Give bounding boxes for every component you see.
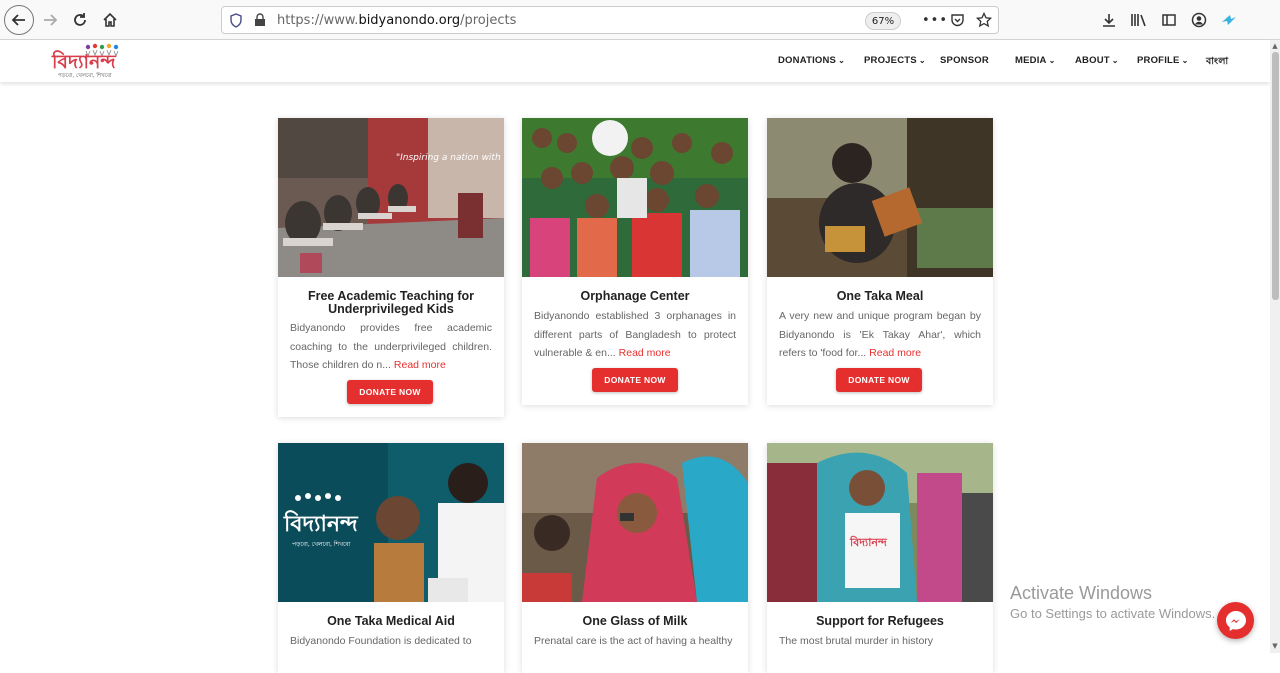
project-title[interactable]: One Taka Meal	[775, 290, 985, 303]
site-header: বিদ্যানন্দ পড়বো, খেলবো, শিখবো DONATIONS…	[0, 40, 1270, 82]
library-icon[interactable]	[1129, 10, 1149, 30]
activation-subtitle: Go to Settings to activate Windows.	[1010, 606, 1216, 621]
project-title[interactable]: One Glass of Milk	[530, 615, 740, 628]
windows-activation-watermark: Activate Windows Go to Settings to activ…	[1010, 583, 1215, 621]
home-icon	[103, 12, 117, 27]
banner-text: "Inspiring a nation with food"	[396, 153, 504, 163]
download-icon[interactable]	[1099, 10, 1119, 30]
project-description: Bidyanondo provides free academic coachi…	[290, 322, 492, 371]
reload-icon	[74, 13, 86, 26]
back-button[interactable]	[4, 5, 34, 35]
chevron-down-icon: ⌄	[918, 56, 926, 65]
project-card: Orphanage Center Bidyanondo established …	[522, 118, 748, 405]
donate-now-button[interactable]: DONATE NOW	[836, 368, 922, 392]
project-title[interactable]: Orphanage Center	[530, 290, 740, 303]
logo-wordmark: বিদ্যানন্দ	[283, 510, 359, 537]
logo-wordmark: বিদ্যানন্দ	[51, 50, 116, 73]
project-image-orphanage[interactable]	[522, 118, 748, 277]
scroll-down-arrow[interactable]: ▼	[1270, 642, 1280, 652]
extension-icon[interactable]	[1219, 10, 1239, 30]
logo-tagline: পড়বো, খেলবো, শিখবো	[58, 72, 112, 79]
read-more-link[interactable]: Read more	[619, 347, 671, 359]
project-image-refugees[interactable]: বিদ্যানন্দ	[767, 443, 993, 602]
project-description: A very new and unique program began by B…	[779, 310, 981, 359]
chevron-down-icon: ⌄	[1181, 56, 1189, 65]
read-more-link[interactable]: Read more	[869, 347, 921, 359]
project-title[interactable]: One Taka Medical Aid	[286, 615, 496, 628]
url-text: https://www.bidyanondo.org/projects	[277, 13, 517, 28]
messenger-chat-button[interactable]	[1217, 602, 1254, 639]
menu-sponsor[interactable]: SPONSOR	[940, 55, 989, 66]
read-more-link[interactable]: Read more	[394, 359, 446, 371]
scroll-up-arrow[interactable]: ▲	[1270, 42, 1280, 52]
zoom-level[interactable]: 67%	[865, 12, 901, 30]
project-title[interactable]: Support for Refugees	[775, 615, 985, 628]
project-description: Prenatal care is the act of having a hea…	[534, 635, 733, 647]
sidebar-icon[interactable]	[1159, 10, 1179, 30]
messenger-icon	[1225, 610, 1246, 631]
project-description: Bidyanondo established 3 orphanages in d…	[534, 310, 736, 359]
more-actions-icon[interactable]: •••	[922, 13, 948, 28]
forward-button[interactable]	[36, 6, 64, 34]
project-card: One Glass of Milk Prenatal care is the a…	[522, 443, 748, 673]
pocket-icon[interactable]	[950, 13, 965, 28]
lock-icon[interactable]	[254, 13, 266, 27]
project-image-milk[interactable]	[522, 443, 748, 602]
scrollbar-thumb[interactable]	[1272, 52, 1279, 300]
project-card: বিদ্যানন্দ Support for Refugees The most…	[767, 443, 993, 673]
menu-language[interactable]: বাংলা	[1206, 55, 1228, 70]
site-logo[interactable]: বিদ্যানন্দ পড়বো, খেলবো, শিখবো	[48, 42, 128, 80]
menu-profile[interactable]: PROFILE ⌄	[1137, 55, 1188, 66]
logo-tagline: পড়বো, খেলবো, শিখবো	[292, 541, 351, 548]
home-button[interactable]	[96, 6, 124, 34]
bookmark-star-icon[interactable]	[976, 12, 992, 28]
project-image-classroom[interactable]: "Inspiring a nation with food"	[278, 118, 504, 277]
project-card: One Taka Meal A very new and unique prog…	[767, 118, 993, 405]
project-card: "Inspiring a nation with food" Free Acad…	[278, 118, 504, 417]
menu-about[interactable]: ABOUT ⌄	[1075, 55, 1119, 66]
chevron-down-icon: ⌄	[838, 56, 846, 65]
browser-toolbar: https://www.bidyanondo.org/projects 67% …	[0, 0, 1280, 40]
logo-wordmark: বিদ্যানন্দ	[849, 535, 888, 549]
donate-now-button[interactable]: DONATE NOW	[592, 368, 678, 392]
address-bar[interactable]: https://www.bidyanondo.org/projects 67% …	[221, 6, 999, 34]
reload-button[interactable]	[66, 6, 94, 34]
account-icon[interactable]	[1189, 10, 1209, 30]
menu-projects[interactable]: PROJECTS ⌄	[864, 55, 926, 66]
menu-donations[interactable]: DONATIONS ⌄	[778, 55, 845, 66]
project-title[interactable]: Free Academic Teaching for Underprivileg…	[286, 290, 496, 316]
donate-now-button[interactable]: DONATE NOW	[347, 380, 433, 404]
project-image-meal[interactable]	[767, 118, 993, 277]
chevron-down-icon: ⌄	[1048, 56, 1056, 65]
shield-icon[interactable]	[229, 13, 243, 28]
project-card: বিদ্যানন্দ পড়বো, খেলবো, শিখবো One Taka …	[278, 443, 504, 673]
arrow-right-icon	[44, 14, 58, 26]
chevron-down-icon: ⌄	[1111, 56, 1119, 65]
project-description: Bidyanondo Foundation is dedicated to	[290, 635, 472, 647]
arrow-left-icon	[11, 14, 25, 26]
activation-title: Activate Windows	[1010, 583, 1153, 603]
menu-media[interactable]: MEDIA ⌄	[1015, 55, 1056, 66]
project-description: The most brutal murder in history	[779, 635, 934, 647]
project-image-medical[interactable]: বিদ্যানন্দ পড়বো, খেলবো, শিখবো	[278, 443, 504, 602]
